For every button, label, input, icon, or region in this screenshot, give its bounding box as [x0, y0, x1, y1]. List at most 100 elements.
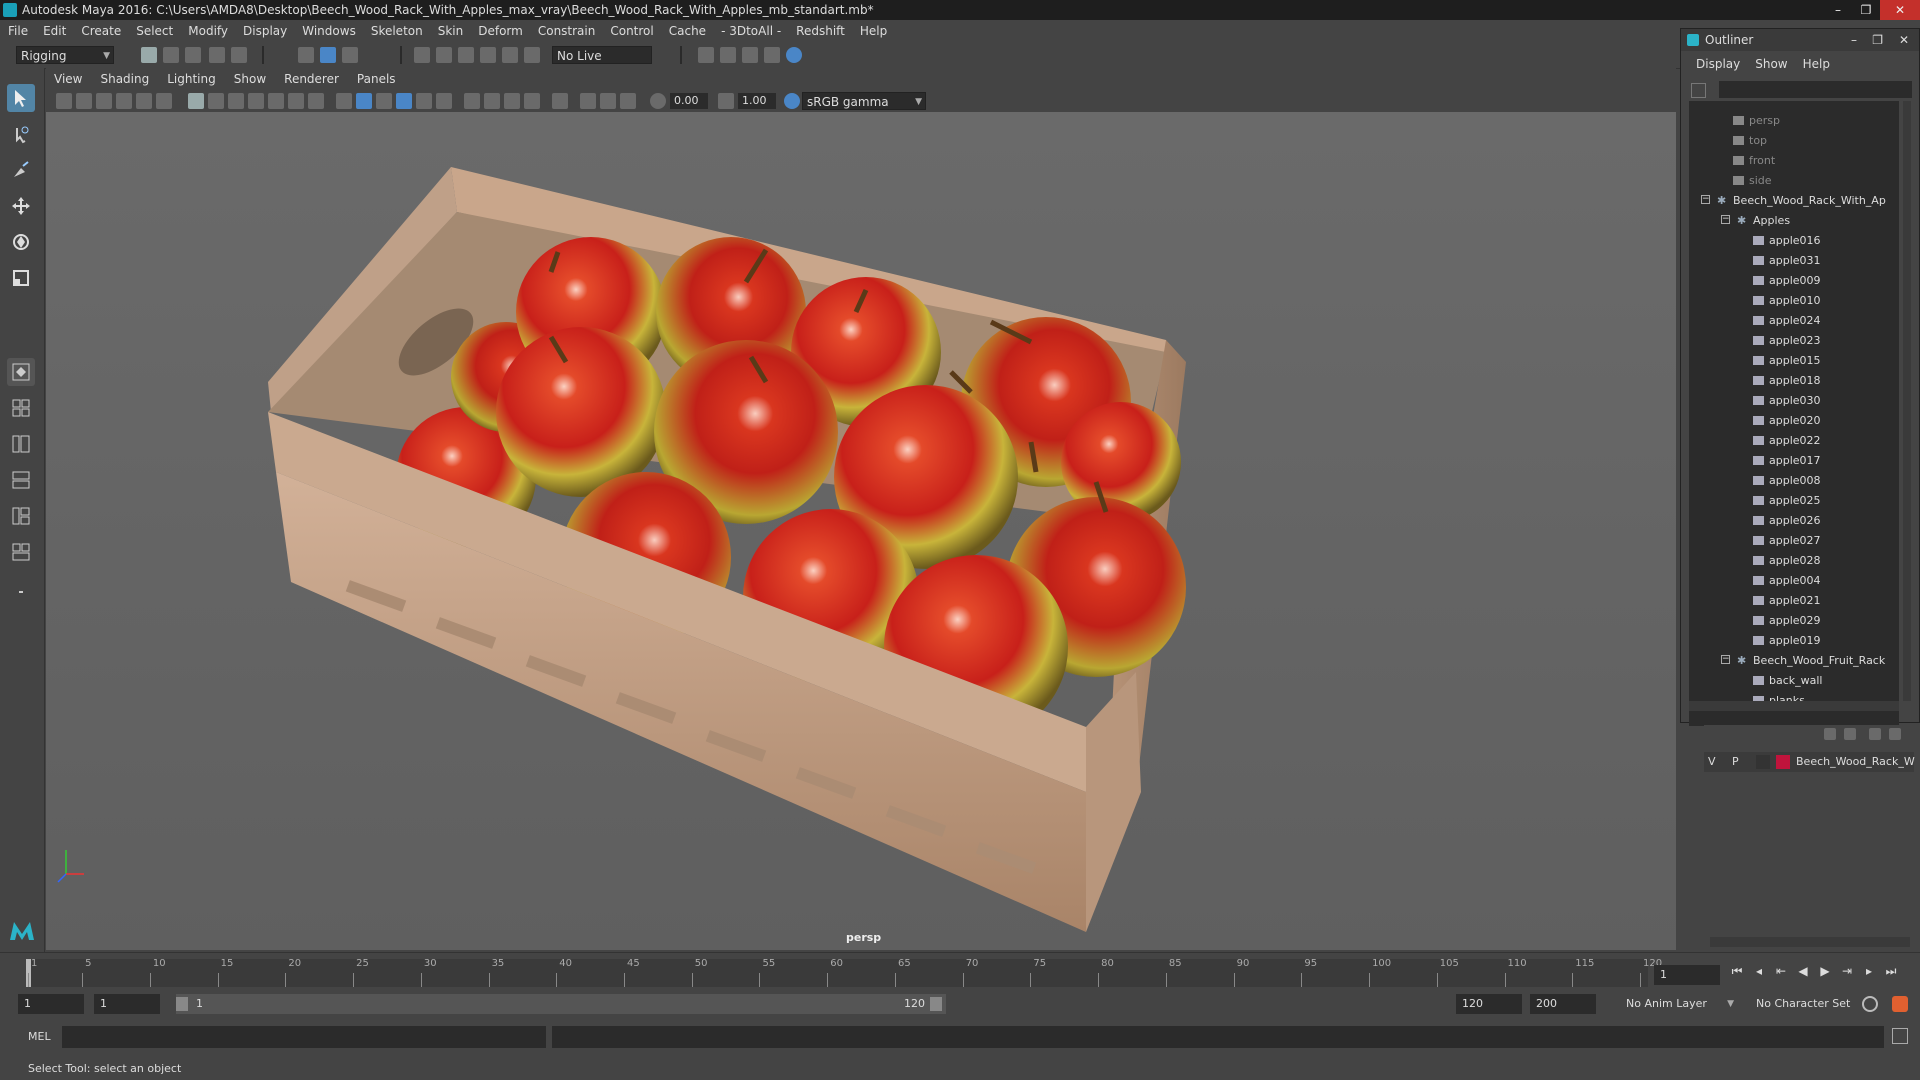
restore-button[interactable]: ❐: [1852, 0, 1880, 20]
outliner-restore-button[interactable]: ❐: [1872, 29, 1883, 51]
select-hierarchy-icon[interactable]: [298, 47, 314, 63]
four-view-layout-button[interactable]: [7, 394, 35, 422]
tree-item-top[interactable]: top: [1689, 131, 1899, 151]
camera-attributes-icon[interactable]: [76, 93, 92, 109]
tree-item-apple[interactable]: apple024: [1689, 311, 1899, 331]
outliner-menu-show[interactable]: Show: [1755, 57, 1787, 77]
time-slider[interactable]: 1 5 10 15 20 25 30 35 40 45 50 55 60 65 70 75 80 85 90 95 10…: [0, 952, 1920, 989]
tree-item-side[interactable]: side: [1689, 171, 1899, 191]
tree-item-apple[interactable]: apple023: [1689, 331, 1899, 351]
new-scene-icon[interactable]: [141, 47, 157, 63]
menu-display[interactable]: Display: [243, 24, 287, 38]
uv-layout-button[interactable]: [7, 538, 35, 566]
tree-item-apple[interactable]: apple016: [1689, 231, 1899, 251]
go-to-start-button[interactable]: ⏮: [1730, 964, 1744, 978]
menu-create[interactable]: Create: [81, 24, 121, 38]
textured-icon[interactable]: [396, 93, 412, 109]
2d-pan-zoom-icon[interactable]: [136, 93, 152, 109]
open-scene-icon[interactable]: [163, 47, 179, 63]
collapse-icon[interactable]: −: [1701, 195, 1710, 204]
outliner-layout-button[interactable]: [7, 430, 35, 458]
use-all-lights-icon[interactable]: [416, 93, 432, 109]
current-frame-field[interactable]: 1: [1654, 965, 1720, 985]
grease-pencil-icon[interactable]: [156, 93, 172, 109]
select-object-icon[interactable]: [320, 47, 336, 63]
menu-3dtoall[interactable]: - 3DtoAll -: [721, 24, 781, 38]
shadows-icon[interactable]: [436, 93, 452, 109]
tree-item-apple[interactable]: apple015: [1689, 351, 1899, 371]
tree-item-apple[interactable]: apple021: [1689, 591, 1899, 611]
rotate-tool-button[interactable]: [7, 228, 35, 256]
smooth-shade-icon[interactable]: [356, 93, 372, 109]
tree-item-apple[interactable]: apple025: [1689, 491, 1899, 511]
tree-item-apple[interactable]: apple028: [1689, 551, 1899, 571]
tree-item-front[interactable]: front: [1689, 151, 1899, 171]
script-editor-icon[interactable]: [1892, 1028, 1908, 1044]
live-surface-field[interactable]: No Live Surface: [552, 46, 652, 81]
tree-item-persp[interactable]: persp: [1689, 111, 1899, 131]
safe-title-icon[interactable]: [308, 93, 324, 109]
film-gate-icon[interactable]: [208, 93, 224, 109]
tree-item-apple[interactable]: apple019: [1689, 631, 1899, 651]
tree-item-root[interactable]: − ✱ Beech_Wood_Rack_With_Ap: [1689, 191, 1899, 211]
outliner-vertical-scrollbar[interactable]: [1903, 101, 1911, 701]
play-backwards-button[interactable]: ◀: [1796, 964, 1810, 978]
snap-surface-icon[interactable]: [502, 47, 518, 63]
menu-control[interactable]: Control: [610, 24, 653, 38]
snap-view-icon[interactable]: [480, 47, 496, 63]
tree-item-apple[interactable]: apple010: [1689, 291, 1899, 311]
tree-item-apple[interactable]: apple029: [1689, 611, 1899, 631]
gate-mask-icon[interactable]: [248, 93, 264, 109]
minimize-button[interactable]: –: [1824, 0, 1852, 20]
gamma-field[interactable]: 1.00: [738, 93, 776, 109]
viewport-menu-show[interactable]: Show: [234, 72, 266, 86]
layer-color-swatch[interactable]: [1776, 755, 1790, 769]
safe-action-icon[interactable]: [288, 93, 304, 109]
outliner-menu-display[interactable]: Display: [1696, 57, 1740, 77]
tree-item-apple[interactable]: apple027: [1689, 531, 1899, 551]
anim-layer-dropdown[interactable]: No Anim Layer ▼: [1620, 994, 1738, 1014]
gamma-icon[interactable]: [718, 93, 734, 109]
save-scene-icon[interactable]: [185, 47, 201, 63]
filter-icon[interactable]: [1691, 83, 1706, 98]
wireframe-icon[interactable]: [336, 93, 352, 109]
outliner-horizontal-scrollbar[interactable]: [1689, 701, 1899, 711]
layer-playback-toggle[interactable]: P: [1732, 752, 1739, 772]
menu-edit[interactable]: Edit: [43, 24, 66, 38]
viewport-menu-renderer[interactable]: Renderer: [284, 72, 339, 86]
preferences-icon[interactable]: [1892, 996, 1908, 1012]
render-settings-icon[interactable]: [698, 47, 714, 63]
snap-grid-icon[interactable]: [414, 47, 430, 63]
go-to-end-button[interactable]: ⏭: [1884, 964, 1898, 978]
layer-horizontal-scrollbar[interactable]: [1710, 937, 1910, 947]
outliner-minimize-button[interactable]: –: [1851, 29, 1857, 51]
viewport-menu-lighting[interactable]: Lighting: [167, 72, 216, 86]
tree-item-apple[interactable]: apple026: [1689, 511, 1899, 531]
exposure-icon[interactable]: [650, 93, 666, 109]
hypershade-icon[interactable]: [786, 47, 802, 63]
viewport-menu-panels[interactable]: Panels: [357, 72, 396, 86]
collapse-icon[interactable]: −: [1721, 215, 1730, 224]
viewport-menu-view[interactable]: View: [54, 72, 82, 86]
color-management-icon[interactable]: [784, 93, 800, 109]
motion-blur-icon[interactable]: [484, 93, 500, 109]
single-perspective-layout-button[interactable]: [7, 358, 35, 386]
menu-redshift[interactable]: Redshift: [796, 24, 845, 38]
step-forward-frame-button[interactable]: ▸: [1862, 964, 1876, 978]
snap-magnet-icon[interactable]: [524, 47, 540, 63]
snap-curve-icon[interactable]: [436, 47, 452, 63]
outliner-menu-help[interactable]: Help: [1803, 57, 1830, 77]
isolate-select-icon[interactable]: [552, 93, 568, 109]
render-view-icon[interactable]: [764, 47, 780, 63]
resolution-gate-icon[interactable]: [228, 93, 244, 109]
exposure-field[interactable]: 0.00: [670, 93, 708, 109]
anti-aliasing-icon[interactable]: [504, 93, 520, 109]
layer-row[interactable]: V P Beech_Wood_Rack_W: [1704, 752, 1915, 772]
tree-item-apple[interactable]: apple004: [1689, 571, 1899, 591]
snap-point-icon[interactable]: [458, 47, 474, 63]
perspective-viewport[interactable]: persp: [46, 112, 1676, 950]
hypershade-layout-button[interactable]: [7, 502, 35, 530]
render-frame-icon[interactable]: [720, 47, 736, 63]
new-layer-selected-icon[interactable]: [1889, 728, 1901, 740]
view-transform-dropdown[interactable]: sRGB gamma ▼: [802, 92, 926, 110]
